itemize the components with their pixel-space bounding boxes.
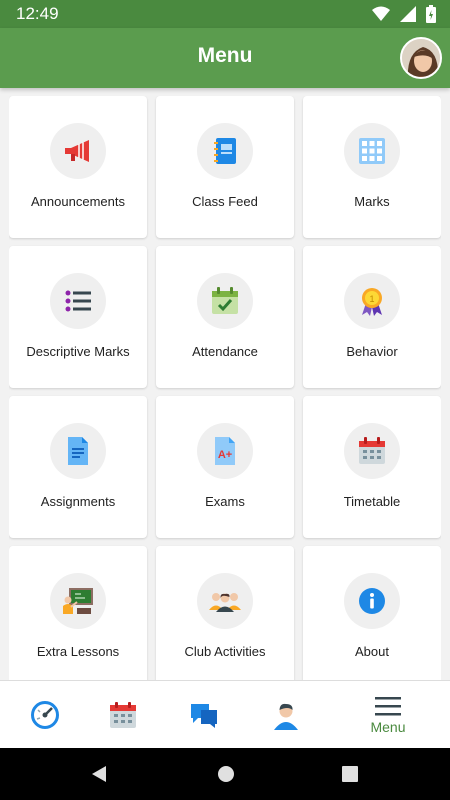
avatar[interactable] bbox=[400, 37, 442, 79]
nav-menu[interactable]: Menu bbox=[343, 681, 433, 749]
calendar-check-icon bbox=[197, 273, 253, 329]
graded-paper-icon: A+ bbox=[197, 423, 253, 479]
tile-label: Descriptive Marks bbox=[26, 344, 130, 359]
tile-label: Attendance bbox=[192, 344, 258, 359]
megaphone-icon bbox=[50, 123, 106, 179]
status-icons bbox=[372, 5, 436, 23]
menu-grid: Announcements Class Feed Marks Descripti… bbox=[9, 96, 441, 680]
nav-messages[interactable] bbox=[159, 681, 249, 749]
menu-tile-assignments[interactable]: Assignments bbox=[9, 396, 147, 538]
profile-icon bbox=[274, 703, 298, 730]
tile-label: About bbox=[355, 644, 389, 659]
teacher-board-icon bbox=[50, 573, 106, 629]
medal-icon: 1 bbox=[344, 273, 400, 329]
menu-tile-about[interactable]: About bbox=[303, 546, 441, 680]
group-icon bbox=[197, 573, 253, 629]
info-icon bbox=[344, 573, 400, 629]
back-icon[interactable] bbox=[90, 765, 108, 783]
signal-icon bbox=[400, 6, 416, 22]
hamburger-menu-icon bbox=[375, 697, 401, 716]
bottom-nav: Menu bbox=[0, 680, 450, 748]
gauge-icon bbox=[31, 701, 59, 729]
page-title: Menu bbox=[197, 44, 253, 67]
nav-calendar[interactable] bbox=[78, 681, 168, 749]
recents-icon[interactable] bbox=[342, 766, 358, 782]
status-bar: 12:49 bbox=[0, 0, 450, 28]
menu-tile-attendance[interactable]: Attendance bbox=[156, 246, 294, 388]
calendar-icon bbox=[110, 702, 136, 728]
svg-text:A+: A+ bbox=[218, 449, 232, 461]
menu-tile-marks[interactable]: Marks bbox=[303, 96, 441, 238]
status-time: 12:49 bbox=[16, 4, 59, 23]
svg-text:1: 1 bbox=[369, 294, 374, 304]
notebook-icon bbox=[197, 123, 253, 179]
tile-label: Assignments bbox=[40, 494, 116, 509]
calendar-icon bbox=[344, 423, 400, 479]
tile-label: Timetable bbox=[343, 494, 401, 509]
tile-label: Club Activities bbox=[184, 644, 266, 659]
menu-tile-behavior[interactable]: 1 Behavior bbox=[303, 246, 441, 388]
menu-tile-exams[interactable]: A+ Exams bbox=[156, 396, 294, 538]
tile-label: Behavior bbox=[346, 344, 398, 359]
list-icon bbox=[50, 273, 106, 329]
tile-label: Marks bbox=[354, 194, 390, 209]
menu-tile-timetable[interactable]: Timetable bbox=[303, 396, 441, 538]
menu-tile-club-activities[interactable]: Club Activities bbox=[156, 546, 294, 680]
battery-icon bbox=[426, 5, 436, 23]
grid-icon bbox=[344, 123, 400, 179]
app-bar: Menu bbox=[0, 28, 450, 88]
nav-profile[interactable] bbox=[241, 681, 331, 749]
menu-tile-descriptive-marks[interactable]: Descriptive Marks bbox=[9, 246, 147, 388]
menu-tile-announcements[interactable]: Announcements bbox=[9, 96, 147, 238]
tile-label: Extra Lessons bbox=[36, 644, 120, 659]
tile-label: Announcements bbox=[31, 194, 125, 209]
tile-label: Exams bbox=[205, 494, 245, 509]
document-icon bbox=[50, 423, 106, 479]
system-nav-bar bbox=[0, 748, 450, 800]
tile-label: Class Feed bbox=[192, 194, 258, 209]
nav-menu-label: Menu bbox=[370, 719, 406, 735]
nav-dashboard[interactable] bbox=[0, 681, 90, 749]
menu-tile-class-feed[interactable]: Class Feed bbox=[156, 96, 294, 238]
home-icon[interactable] bbox=[217, 765, 235, 783]
menu-tile-extra-lessons[interactable]: Extra Lessons bbox=[9, 546, 147, 680]
wifi-icon bbox=[372, 6, 390, 21]
chat-icon bbox=[191, 704, 217, 728]
